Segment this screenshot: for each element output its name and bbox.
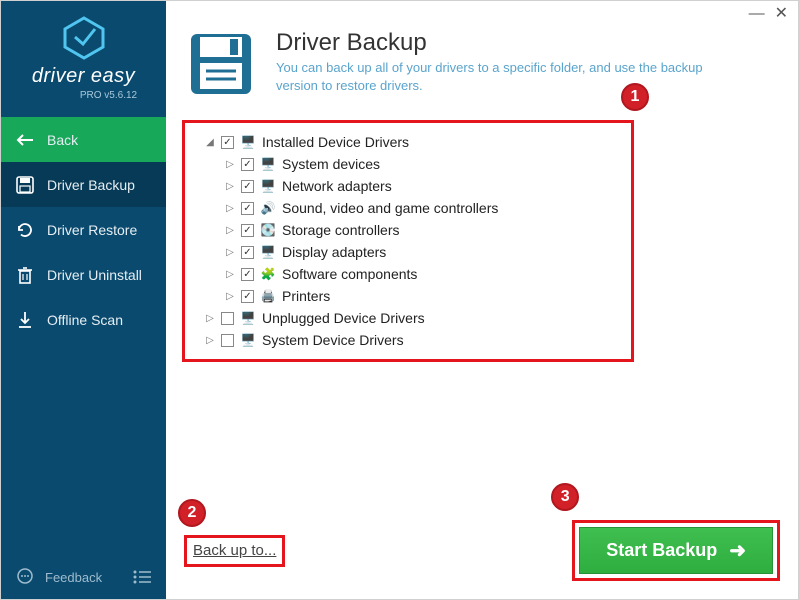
main-panel: — ✕ Driver Backup You can back up all of… (166, 1, 798, 599)
sidebar-bottom: Feedback (1, 555, 166, 599)
nav-offline-scan[interactable]: Offline Scan (1, 297, 166, 342)
nav-offline-label: Offline Scan (47, 312, 123, 328)
checkbox[interactable] (241, 180, 254, 193)
page-title: Driver Backup (276, 29, 706, 57)
nav-driver-restore[interactable]: Driver Restore (1, 207, 166, 252)
expand-icon[interactable]: ▷ (205, 313, 215, 324)
app-window: driver easy PRO v5.6.12 Back Driver Back… (0, 0, 799, 600)
tree-row[interactable]: ▷ 💽 Storage controllers (191, 219, 611, 241)
tree-row[interactable]: ▷ 🔊 Sound, video and game controllers (191, 197, 611, 219)
minimize-button[interactable]: — (749, 6, 765, 22)
expand-icon[interactable]: ▷ (225, 159, 235, 170)
nav-driver-backup[interactable]: Driver Backup (1, 162, 166, 207)
expand-icon[interactable]: ▷ (225, 247, 235, 258)
tree-label: Unplugged Device Drivers (262, 310, 425, 326)
display-icon: 🖥️ (260, 244, 276, 260)
tree-row[interactable]: ▷ 🧩 Software components (191, 263, 611, 285)
logo-area: driver easy PRO v5.6.12 (1, 1, 166, 111)
tree-label: Display adapters (282, 244, 386, 260)
tree-row-systemdrv[interactable]: ▷ 🖥️ System Device Drivers (191, 329, 611, 351)
expand-icon[interactable]: ▷ (205, 335, 215, 346)
nav-uninstall-label: Driver Uninstall (47, 267, 142, 283)
collapse-icon[interactable]: ◢ (205, 137, 215, 148)
nav-backup-label: Driver Backup (47, 177, 135, 193)
callout-badge-2: 2 (178, 499, 206, 527)
start-backup-label: Start Backup (606, 540, 717, 561)
tree-row[interactable]: ▷ 🖨️ Printers (191, 285, 611, 307)
backup-to-highlight: Back up to... (184, 535, 285, 567)
trash-icon (15, 265, 35, 285)
callout-badge-3: 3 (551, 483, 579, 511)
tree-label: System Device Drivers (262, 332, 404, 348)
network-icon: 🖥️ (260, 178, 276, 194)
driver-tree[interactable]: ◢ 🖥️ Installed Device Drivers ▷ 🖥️ System … (191, 131, 611, 351)
tree-label: Installed Device Drivers (262, 134, 409, 150)
checkbox[interactable] (221, 312, 234, 325)
titlebar: — ✕ (166, 1, 798, 23)
logo-version: PRO v5.6.12 (30, 90, 137, 101)
logo-icon (61, 15, 107, 61)
start-backup-button[interactable]: Start Backup ➜ (579, 527, 773, 574)
tree-label: Software components (282, 266, 417, 282)
checkbox[interactable] (221, 334, 234, 347)
tree-label: Printers (282, 288, 330, 304)
expand-icon[interactable]: ▷ (225, 181, 235, 192)
nav: Back Driver Backup Driver Restore Driver… (1, 117, 166, 342)
logo-text: driver easy (32, 65, 135, 88)
expand-icon[interactable]: ▷ (225, 269, 235, 280)
tree-row[interactable]: ▷ 🖥️ Network adapters (191, 175, 611, 197)
nav-back[interactable]: Back (1, 117, 166, 162)
expand-icon[interactable]: ▷ (225, 291, 235, 302)
restore-icon (15, 220, 35, 240)
checkbox[interactable] (241, 268, 254, 281)
tree-row-unplugged[interactable]: ▷ 🖥️ Unplugged Device Drivers (191, 307, 611, 329)
checkbox[interactable] (241, 246, 254, 259)
nav-restore-label: Driver Restore (47, 222, 137, 238)
callout-badge-1: 1 (621, 83, 649, 111)
feedback-label[interactable]: Feedback (45, 570, 102, 585)
start-backup-highlight: 3 Start Backup ➜ (572, 520, 780, 581)
download-icon (15, 310, 35, 330)
printer-icon: 🖨️ (260, 288, 276, 304)
checkbox[interactable] (241, 158, 254, 171)
tree-label: System devices (282, 156, 380, 172)
nav-driver-uninstall[interactable]: Driver Uninstall (1, 252, 166, 297)
tree-row[interactable]: ▷ 🖥️ Display adapters (191, 241, 611, 263)
tree-label: Sound, video and game controllers (282, 200, 498, 216)
checkbox[interactable] (221, 136, 234, 149)
storage-icon: 💽 (260, 222, 276, 238)
driver-tree-highlight: ◢ 🖥️ Installed Device Drivers ▷ 🖥️ System … (182, 120, 634, 362)
system-icon: 🖥️ (260, 156, 276, 172)
nav-back-label: Back (47, 132, 78, 148)
close-button[interactable]: ✕ (775, 6, 788, 22)
checkbox[interactable] (241, 290, 254, 303)
arrow-left-icon (15, 130, 35, 150)
computer-icon: 🖥️ (240, 332, 256, 348)
chat-icon[interactable] (15, 567, 35, 587)
component-icon: 🧩 (260, 266, 276, 282)
computer-icon: 🖥️ (240, 134, 256, 150)
tree-row[interactable]: ▷ 🖥️ System devices (191, 153, 611, 175)
computer-icon: 🖥️ (240, 310, 256, 326)
expand-icon[interactable]: ▷ (225, 225, 235, 236)
checkbox[interactable] (241, 224, 254, 237)
arrow-right-icon: ➜ (729, 538, 746, 563)
tree-label: Storage controllers (282, 222, 400, 238)
footer: 2 Back up to... 3 Start Backup ➜ (166, 520, 798, 599)
floppy-icon (186, 29, 256, 104)
save-icon (15, 175, 35, 195)
expand-icon[interactable]: ▷ (225, 203, 235, 214)
header: Driver Backup You can back up all of you… (166, 23, 798, 114)
tree-label: Network adapters (282, 178, 392, 194)
checkbox[interactable] (241, 202, 254, 215)
sidebar: driver easy PRO v5.6.12 Back Driver Back… (1, 1, 166, 599)
tree-row-installed[interactable]: ◢ 🖥️ Installed Device Drivers (191, 131, 611, 153)
menu-icon[interactable] (132, 567, 152, 587)
backup-to-link[interactable]: Back up to... (193, 542, 276, 559)
sound-icon: 🔊 (260, 200, 276, 216)
